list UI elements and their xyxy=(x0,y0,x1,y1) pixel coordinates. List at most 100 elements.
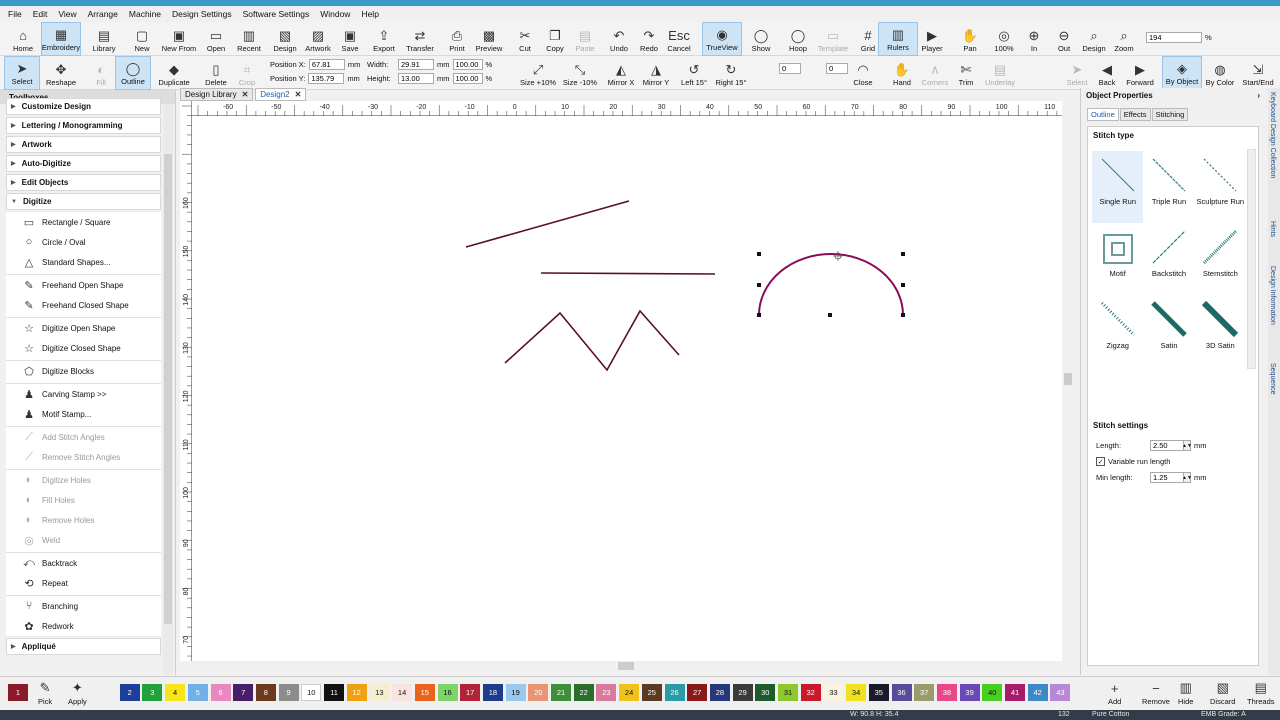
new-button[interactable]: ▢ New xyxy=(122,22,162,56)
color-swatch[interactable]: 10 xyxy=(301,684,322,701)
stitch-type-sculpture-run[interactable]: Sculpture Run xyxy=(1195,151,1246,223)
reshape-button[interactable]: ✥ Reshape xyxy=(43,56,79,90)
color-swatch[interactable]: 39 xyxy=(959,684,980,701)
tab-outline[interactable]: Outline xyxy=(1087,108,1119,121)
collapse-icon[interactable]: › xyxy=(1257,91,1260,100)
color-swatch[interactable]: 34 xyxy=(846,684,867,701)
side-tab-design-information[interactable]: Design Information xyxy=(1269,266,1276,325)
tool-branching[interactable]: ⑂ Branching xyxy=(6,596,161,616)
color-swatch[interactable]: 15 xyxy=(414,684,435,701)
tool-standard-shapes[interactable]: △ Standard Shapes... xyxy=(6,252,161,272)
color-swatch[interactable]: 22 xyxy=(573,684,594,701)
color-swatch[interactable]: 38 xyxy=(936,684,957,701)
color-swatch[interactable]: 11 xyxy=(324,684,344,701)
crop-button[interactable]: ⌗ Crop xyxy=(229,56,265,90)
duplicate-button[interactable]: ◆ Duplicate xyxy=(156,56,192,90)
player-button[interactable]: ▶ Player xyxy=(912,22,952,56)
tool-remove-stitch-angles[interactable]: ⟋ Remove Stitch Angles xyxy=(6,447,161,467)
zoom-button[interactable]: ⌕ Zoom xyxy=(1104,22,1144,56)
width-input[interactable] xyxy=(398,59,434,70)
close-button[interactable]: ◠ Close xyxy=(843,56,883,90)
color-swatch[interactable]: 21 xyxy=(551,684,571,701)
stitch-type-triple-run[interactable]: Triple Run xyxy=(1143,151,1194,223)
color-swatch[interactable]: 24 xyxy=(619,684,640,701)
color-swatch[interactable]: 25 xyxy=(641,684,662,701)
tool-motif-stamp[interactable]: ♟ Motif Stamp... xyxy=(6,404,161,424)
toolboxes-scrollbar[interactable] xyxy=(163,104,173,674)
fill-button[interactable]: ◐ Fill xyxy=(83,56,119,90)
color-swatch[interactable]: 17 xyxy=(460,684,481,701)
select-button[interactable]: ➤ Select xyxy=(4,56,40,90)
outline-button[interactable]: ◯ Outline xyxy=(115,56,151,90)
stitch-zigzag-shape[interactable] xyxy=(504,309,680,372)
color-swatch[interactable]: 43 xyxy=(1050,684,1071,701)
home-button[interactable]: ⌂ Home xyxy=(3,22,43,56)
height-percent-input[interactable] xyxy=(452,73,483,84)
transfer-button[interactable]: ⇄ Transfer xyxy=(400,22,440,56)
color-swatch[interactable]: 9 xyxy=(278,684,299,701)
group-applique[interactable]: ▶ Appliqué xyxy=(6,638,161,655)
close-icon[interactable]: ✕ xyxy=(242,90,249,99)
by-color-button[interactable]: ◍ By Color xyxy=(1200,56,1240,90)
position-y-input[interactable] xyxy=(308,73,345,84)
length-input[interactable] xyxy=(1150,440,1184,451)
group-edit-objects[interactable]: ▶ Edit Objects xyxy=(6,174,161,191)
group-customize-design[interactable]: ▶ Customize Design xyxy=(6,98,161,115)
menu-arrange[interactable]: Arrange xyxy=(88,9,118,19)
color-swatch[interactable]: 23 xyxy=(596,684,617,701)
height-input[interactable] xyxy=(398,73,434,84)
min-length-input[interactable] xyxy=(1150,472,1184,483)
tool-redwork[interactable]: ✿ Redwork xyxy=(6,616,161,636)
color-swatch[interactable]: 14 xyxy=(392,684,413,701)
side-tab-keyboard-collection[interactable]: Keyboard Design Collection xyxy=(1269,92,1276,178)
library-button[interactable]: ▤ Library xyxy=(84,22,124,56)
pick-color-button[interactable]: ✎ Pick xyxy=(38,679,52,706)
size-10-button[interactable]: ⤡ Size -10% xyxy=(560,56,600,90)
color-swatch[interactable]: 4 xyxy=(165,684,186,701)
color-swatch[interactable]: 7 xyxy=(233,684,254,701)
color-swatch[interactable]: 20 xyxy=(528,684,549,701)
side-tab-sequence[interactable]: Sequence xyxy=(1269,363,1276,395)
stitch-type-zigzag[interactable]: Zigzag xyxy=(1092,295,1143,367)
selection-handles[interactable] xyxy=(757,252,905,317)
color-swatch[interactable]: 1 xyxy=(8,684,28,701)
color-swatch[interactable]: 30 xyxy=(755,684,776,701)
by-object-button[interactable]: ◈ By Object xyxy=(1162,56,1202,90)
remove-thread-button[interactable]: − Remove xyxy=(1142,679,1170,707)
length-spinner[interactable]: ▲▼ xyxy=(1182,440,1192,451)
color-swatch[interactable]: 42 xyxy=(1027,684,1048,701)
tool-weld[interactable]: ◎ Weld xyxy=(6,530,161,550)
menu-design-settings[interactable]: Design Settings xyxy=(172,9,232,19)
export-button[interactable]: ⇪ Export xyxy=(364,22,404,56)
group-digitize[interactable]: ▼ Digitize xyxy=(6,193,161,210)
color-swatch[interactable]: 19 xyxy=(505,684,526,701)
side-tab-hints[interactable]: Hints xyxy=(1269,221,1276,237)
rotate-angle-input[interactable] xyxy=(779,63,801,74)
hoop-button[interactable]: ◯ Hoop xyxy=(778,22,818,56)
tool-freehand-open-shape[interactable]: ✎ Freehand Open Shape xyxy=(6,275,161,295)
left-15-button[interactable]: ↺ Left 15° xyxy=(674,56,714,90)
color-swatch[interactable]: 2 xyxy=(119,684,140,701)
menu-help[interactable]: Help xyxy=(361,9,378,19)
toolboxes-scroll-thumb[interactable] xyxy=(164,154,172,624)
add-thread-button[interactable]: + Add xyxy=(1108,679,1121,707)
canvas-vertical-scrollbar[interactable] xyxy=(1062,101,1074,661)
tab-stitching[interactable]: Stitching xyxy=(1151,108,1189,121)
menu-edit[interactable]: Edit xyxy=(33,9,48,19)
stitch-type-3d-satin[interactable]: 3D Satin xyxy=(1195,295,1246,367)
tool-digitize-open-shape[interactable]: ☆ Digitize Open Shape xyxy=(6,318,161,338)
color-swatch[interactable]: 41 xyxy=(1005,684,1025,701)
tool-freehand-closed-shape[interactable]: ✎ Freehand Closed Shape xyxy=(6,295,161,315)
stitch-type-scrollbar[interactable] xyxy=(1247,149,1256,369)
forward-button[interactable]: ▶ Forward xyxy=(1120,56,1160,90)
tab-effects[interactable]: Effects xyxy=(1119,108,1151,121)
tool-carving-stamp[interactable]: ♟ Carving Stamp >> xyxy=(6,384,161,404)
hide-thread-button[interactable]: ▥ Hide xyxy=(1178,679,1193,706)
embroidery-button[interactable]: ▦ Embroidery xyxy=(41,22,81,56)
color-swatch[interactable]: 18 xyxy=(482,684,503,701)
tab-design2[interactable]: Design2 ✕ xyxy=(255,88,307,101)
menu-window[interactable]: Window xyxy=(320,9,350,19)
preview-button[interactable]: ▩ Preview xyxy=(469,22,509,56)
mirror-y-button[interactable]: ◮ Mirror Y xyxy=(636,56,676,90)
close-icon[interactable]: ✕ xyxy=(295,90,302,99)
